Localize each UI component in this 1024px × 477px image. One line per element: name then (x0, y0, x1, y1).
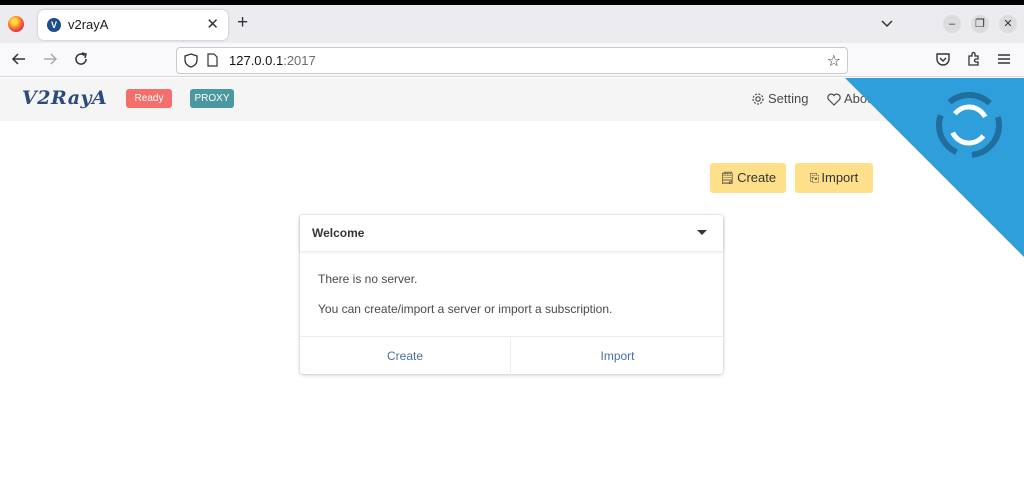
footer-create-link[interactable]: Create (300, 337, 511, 375)
create-button[interactable]: 🗒 Create (710, 163, 786, 193)
create-button-label: Create (737, 170, 777, 185)
status-badge-proxy[interactable]: PROXY (190, 89, 234, 108)
shield-icon[interactable] (184, 53, 198, 68)
url-bar[interactable]: 127.0.0.1:2017 ☆ (176, 47, 848, 74)
status-badge-ready[interactable]: Ready (126, 89, 172, 108)
import-button[interactable]: ⎘ Import (795, 163, 873, 193)
setting-link[interactable]: Setting (751, 91, 808, 106)
bookmark-star-icon[interactable]: ☆ (827, 51, 841, 71)
app-logo[interactable]: V2RayA (22, 87, 107, 109)
reload-icon[interactable] (73, 51, 89, 67)
menu-hamburger-icon[interactable] (996, 51, 1012, 67)
setting-label: Setting (768, 91, 809, 106)
import-button-label: Import (821, 170, 859, 185)
firefox-icon[interactable] (8, 16, 24, 32)
caret-down-icon[interactable] (697, 230, 707, 235)
forward-arrow-icon[interactable] (42, 51, 58, 67)
no-server-message: There is no server. (318, 272, 418, 286)
tab-close-icon[interactable]: ✕ (206, 15, 219, 33)
chevron-down-icon[interactable] (880, 16, 894, 30)
tab-v2raya[interactable]: V v2rayA ✕ (38, 10, 228, 40)
v2raya-favicon-icon: V (47, 18, 61, 32)
create-import-hint: You can create/import a server or import… (318, 302, 613, 316)
create-icon: 🗒 (719, 171, 736, 185)
extensions-icon[interactable] (966, 51, 982, 67)
close-window-button[interactable]: ✕ (999, 15, 1017, 33)
heart-icon (827, 93, 841, 106)
browser-tab-bar: V v2rayA ✕ + – ❐ ✕ (0, 5, 1024, 43)
welcome-card: Welcome There is no server. You can crea… (300, 215, 723, 375)
browser-nav-bar: 127.0.0.1:2017 ☆ (0, 43, 1024, 77)
pocket-icon[interactable] (935, 51, 951, 67)
page-info-icon[interactable] (207, 53, 218, 67)
restore-button[interactable]: ❐ (971, 15, 989, 33)
tab-title: v2rayA (68, 17, 109, 32)
footer-import-link[interactable]: Import (512, 337, 723, 375)
minimize-button[interactable]: – (943, 15, 961, 33)
url-host: 127.0.0.1 (229, 53, 284, 68)
url-text[interactable]: 127.0.0.1:2017 (229, 53, 316, 68)
gear-icon (752, 93, 764, 105)
new-tab-button[interactable]: + (237, 13, 248, 32)
import-icon: ⎘ (809, 171, 820, 185)
back-arrow-icon[interactable] (11, 51, 27, 67)
welcome-card-header[interactable]: Welcome (300, 215, 723, 251)
url-port: :2017 (283, 53, 316, 68)
welcome-card-title: Welcome (312, 226, 365, 240)
welcome-card-footer: Create Import (300, 336, 723, 375)
